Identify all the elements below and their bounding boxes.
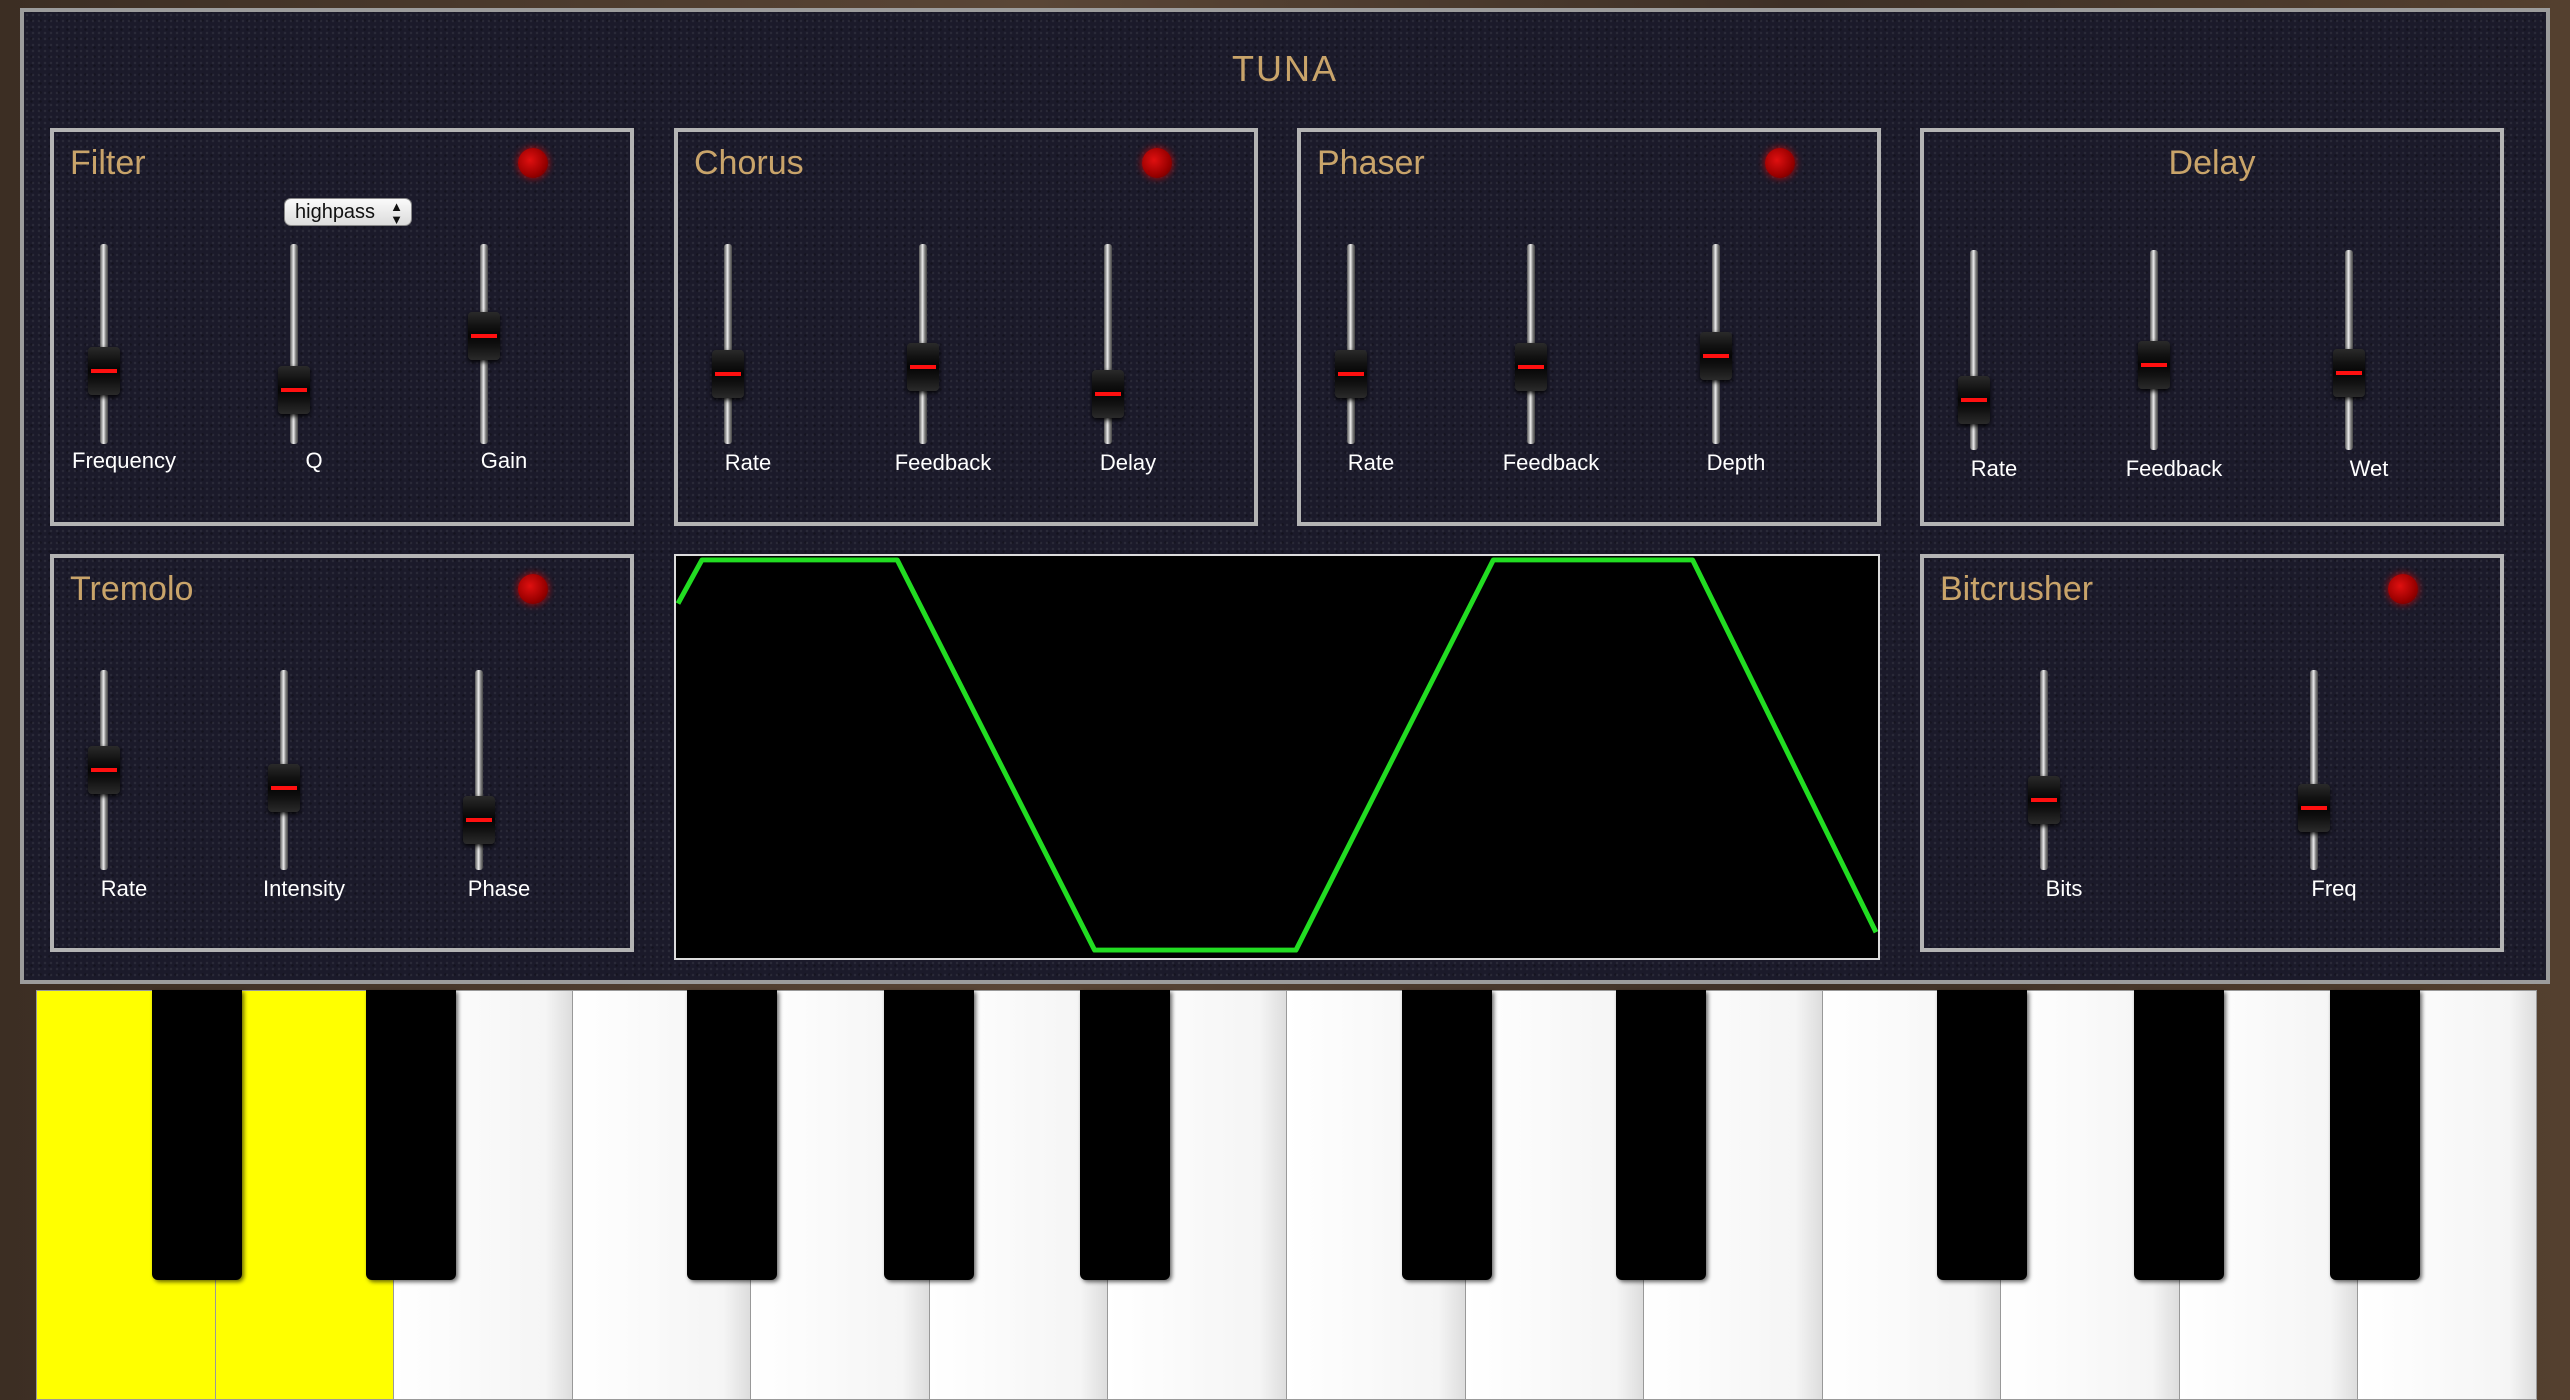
filter-panel: Filter highpass ▲ ▼ Frequency Q Gain (50, 128, 634, 526)
filter-title: Filter (70, 144, 146, 182)
bitcrusher-freq-slider[interactable] (2284, 670, 2344, 870)
bitcrusher-title: Bitcrusher (1940, 570, 2094, 608)
tremolo-intensity-slider[interactable] (254, 670, 314, 870)
slider-thumb[interactable] (2298, 784, 2330, 832)
phaser-rate-label: Rate (1347, 450, 1395, 475)
slider-thumb[interactable] (1515, 342, 1547, 391)
slider-thumb[interactable] (1958, 376, 1990, 425)
chorus-panel: Chorus Rate Feedback Delay (674, 128, 1258, 526)
phaser-feedback-label: Feedback (1502, 450, 1600, 475)
filter-frequency-label: Frequency (72, 448, 176, 473)
phaser-depth-label: Depth (1706, 450, 1766, 475)
chorus-title: Chorus (694, 144, 804, 182)
slider-thumb[interactable] (88, 746, 120, 794)
oscilloscope-display (674, 554, 1880, 960)
delay-wet-slider[interactable] (2319, 250, 2379, 450)
filter-frequency-slider[interactable] (74, 244, 134, 444)
slider-track[interactable] (1347, 244, 1355, 444)
slider-thumb[interactable] (712, 350, 744, 399)
delay-panel: Delay Rate Feedback Wet (1920, 128, 2504, 526)
slider-thumb[interactable] (278, 365, 310, 414)
select-arrows-icon: ▲ ▼ (390, 199, 403, 227)
black-key[interactable] (1080, 990, 1171, 1280)
delay-wet-label: Wet (2349, 456, 2389, 481)
filter-gain-label: Gain (480, 448, 528, 473)
chorus-rate-label: Rate (724, 450, 772, 475)
slider-thumb[interactable] (1092, 370, 1124, 419)
slider-track[interactable] (724, 244, 732, 444)
slider-thumb[interactable] (268, 764, 300, 813)
chorus-power-led[interactable] (1142, 148, 1172, 178)
slider-thumb[interactable] (88, 347, 120, 396)
delay-feedback-label: Feedback (2125, 456, 2223, 481)
phaser-power-led[interactable] (1765, 148, 1795, 178)
black-key[interactable] (1401, 990, 1492, 1280)
tremolo-rate-label: Rate (100, 876, 148, 901)
black-key[interactable] (151, 990, 242, 1280)
black-key[interactable] (2330, 990, 2421, 1280)
bitcrusher-panel: Bitcrusher Bits Freq (1920, 554, 2504, 952)
chorus-delay-label: Delay (1099, 450, 1157, 475)
waveform-line (676, 557, 1878, 953)
slider-thumb[interactable] (907, 342, 939, 391)
phaser-panel: Phaser Rate Feedback Depth (1297, 128, 1881, 526)
filter-type-value: highpass (295, 201, 376, 223)
tremolo-power-led[interactable] (518, 574, 548, 604)
slider-thumb[interactable] (468, 312, 500, 361)
tremolo-phase-slider[interactable] (449, 670, 509, 870)
chorus-delay-slider[interactable] (1078, 244, 1138, 444)
black-key[interactable] (2133, 990, 2224, 1280)
slider-thumb[interactable] (1700, 332, 1732, 381)
slider-thumb[interactable] (2333, 348, 2365, 397)
phaser-feedback-slider[interactable] (1501, 244, 1561, 444)
black-key[interactable] (883, 990, 974, 1280)
delay-rate-slider[interactable] (1944, 250, 2004, 450)
slider-thumb[interactable] (1335, 350, 1367, 399)
phaser-depth-slider[interactable] (1686, 244, 1746, 444)
slider-thumb[interactable] (2028, 776, 2060, 825)
tremolo-title: Tremolo (70, 570, 194, 608)
filter-q-label: Q (305, 448, 323, 473)
bitcrusher-freq-label: Freq (2311, 876, 2357, 901)
app-title: TUNA (1232, 48, 1338, 89)
filter-type-select[interactable]: highpass ▲ ▼ (284, 198, 412, 226)
tremolo-rate-slider[interactable] (74, 670, 134, 870)
slider-track[interactable] (290, 244, 298, 444)
phaser-title: Phaser (1317, 144, 1425, 182)
slider-track[interactable] (100, 244, 108, 444)
black-key[interactable] (366, 990, 457, 1280)
slider-thumb[interactable] (2138, 341, 2170, 390)
bitcrusher-power-led[interactable] (2388, 574, 2418, 604)
black-key[interactable] (1937, 990, 2028, 1280)
chorus-rate-slider[interactable] (698, 244, 758, 444)
filter-power-led[interactable] (518, 148, 548, 178)
filter-gain-slider[interactable] (454, 244, 514, 444)
slider-track[interactable] (2310, 670, 2318, 870)
synth-panel: TUNA Filter highpass ▲ ▼ Frequency Q Gain C… (20, 8, 2550, 984)
black-key[interactable] (687, 990, 778, 1280)
tremolo-panel: Tremolo Rate Intensity Phase (50, 554, 634, 952)
filter-q-slider[interactable] (264, 244, 324, 444)
delay-feedback-slider[interactable] (2124, 250, 2184, 450)
delay-rate-label: Rate (1970, 456, 2018, 481)
tremolo-intensity-label: Intensity (263, 876, 345, 901)
phaser-rate-slider[interactable] (1321, 244, 1381, 444)
bitcrusher-bits-slider[interactable] (2014, 670, 2074, 870)
bitcrusher-bits-label: Bits (2045, 876, 2083, 901)
chorus-feedback-label: Feedback (894, 450, 992, 475)
piano-keyboard (36, 990, 2537, 1400)
black-key[interactable] (1616, 990, 1707, 1280)
slider-track[interactable] (2040, 670, 2048, 870)
delay-title: Delay (2168, 144, 2256, 182)
slider-thumb[interactable] (463, 796, 495, 845)
chorus-feedback-slider[interactable] (893, 244, 953, 444)
tremolo-phase-label: Phase (467, 876, 531, 901)
